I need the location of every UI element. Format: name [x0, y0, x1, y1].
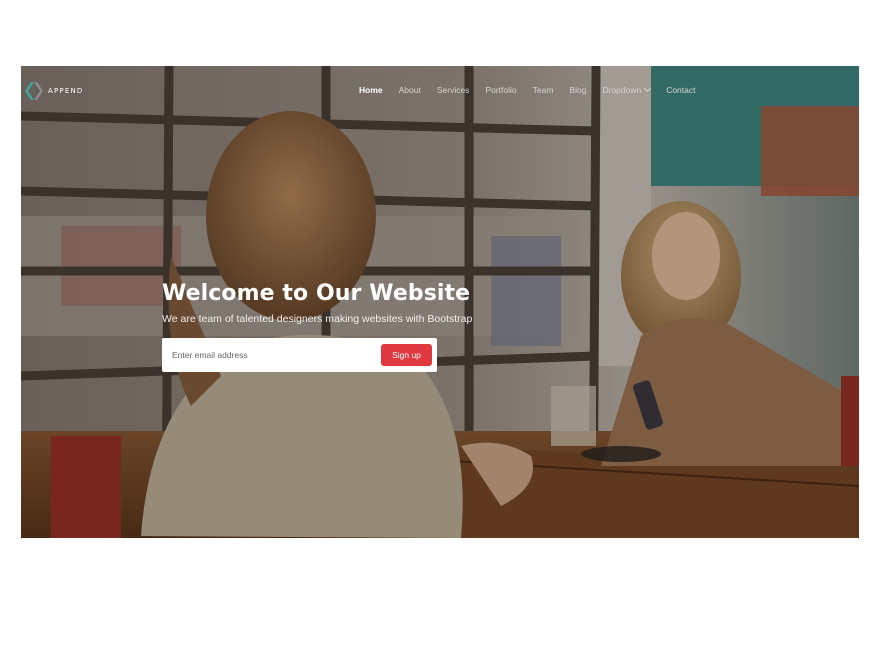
top-navbar: APPEND Home About Services Portfolio Tea…	[21, 66, 859, 116]
nav-item-dropdown[interactable]: Dropdown	[602, 84, 652, 95]
nav-item-services[interactable]: Services	[437, 85, 470, 95]
nav-item-contact[interactable]: Contact	[666, 85, 695, 95]
hero-section: APPEND Home About Services Portfolio Tea…	[21, 66, 859, 538]
signup-button[interactable]: Sign up	[381, 344, 432, 366]
chevron-down-icon	[644, 84, 652, 93]
nav-item-blog[interactable]: Blog	[569, 85, 586, 95]
email-input[interactable]	[172, 346, 372, 364]
hero-title: Welcome to Our Website	[162, 281, 471, 306]
brand-logo[interactable]: APPEND	[23, 80, 83, 102]
nav-item-about[interactable]: About	[399, 85, 421, 95]
email-signup-form: Sign up	[162, 338, 437, 372]
hero-subtitle: We are team of talented designers making…	[162, 313, 473, 325]
chevron-logo-icon	[25, 82, 43, 100]
nav-item-dropdown-label: Dropdown	[602, 85, 642, 95]
nav-item-home[interactable]: Home	[359, 85, 383, 95]
brand-name: APPEND	[48, 87, 84, 95]
nav-item-team[interactable]: Team	[533, 85, 554, 95]
nav-menu: Home About Services Portfolio Team Blog …	[359, 84, 711, 95]
nav-item-portfolio[interactable]: Portfolio	[485, 85, 516, 95]
